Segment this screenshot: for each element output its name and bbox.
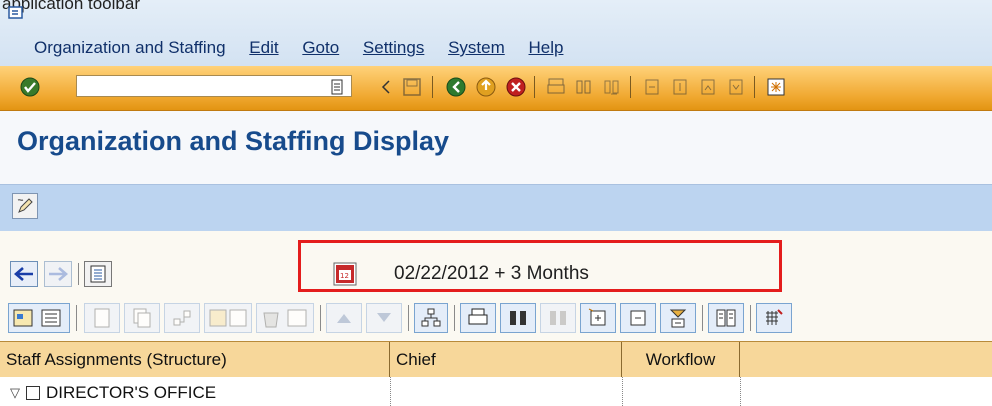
assign-icon[interactable]	[164, 303, 200, 333]
save-icon[interactable]	[400, 75, 424, 99]
svg-text:12: 12	[340, 272, 349, 280]
edit-pencil-icon[interactable]	[12, 193, 38, 219]
calendar-icon[interactable]: 12	[333, 262, 357, 286]
forward-arrow-icon[interactable]	[44, 261, 72, 287]
date-range-label[interactable]: 02/22/2012 + 3 Months	[394, 263, 589, 285]
menu-items: Organization and Staffing Edit Goto Sett…	[34, 38, 582, 58]
find-icon[interactable]	[572, 75, 596, 99]
next-page-icon[interactable]	[696, 75, 720, 99]
move-down-icon[interactable]	[366, 303, 402, 333]
menu-edit[interactable]: Edit	[249, 38, 278, 57]
application-toolbar	[0, 184, 992, 232]
column-chief[interactable]: Chief	[390, 342, 622, 378]
change-assignment-icon[interactable]	[204, 303, 252, 333]
command-history-icon[interactable]	[328, 75, 346, 99]
previous-page-icon[interactable]	[668, 75, 692, 99]
structure-icon[interactable]	[414, 303, 448, 333]
move-up-icon[interactable]	[326, 303, 362, 333]
find-tree-icon[interactable]	[500, 303, 536, 333]
menu-settings[interactable]: Settings	[363, 38, 424, 57]
page-title: Organization and Staffing Display	[17, 126, 450, 156]
enter-checkmark-icon[interactable]	[18, 75, 42, 99]
collapse-all-icon[interactable]	[620, 303, 656, 333]
menu-help[interactable]: Help	[529, 38, 564, 57]
filter-down-icon[interactable]	[660, 303, 696, 333]
tree-node-directors-office[interactable]: ▽ DIRECTOR'S OFFICE	[10, 383, 216, 403]
menu-organization-and-staffing[interactable]: Organization and Staffing	[34, 38, 226, 57]
system-toolbar	[0, 66, 992, 111]
system-menu-icon[interactable]	[8, 6, 24, 20]
last-page-icon[interactable]	[724, 75, 748, 99]
column-header: Staff Assignments (Structure) Chief Work…	[0, 341, 992, 379]
column-staff-assignments[interactable]: Staff Assignments (Structure)	[0, 342, 390, 378]
column-config-icon[interactable]	[708, 303, 744, 333]
column-workflow[interactable]: Workflow	[622, 342, 740, 378]
cancel-icon[interactable]	[504, 75, 528, 99]
back-arrow-icon[interactable]	[10, 261, 38, 287]
new-session-icon[interactable]	[764, 75, 788, 99]
open-object-icon[interactable]	[8, 303, 70, 333]
back-icon[interactable]	[444, 75, 468, 99]
delete-icon[interactable]	[256, 303, 314, 333]
details-list-icon[interactable]	[84, 261, 112, 287]
find-next-tree-icon[interactable]	[540, 303, 576, 333]
expand-toggle-icon[interactable]: ▽	[10, 385, 20, 401]
grid-settings-icon[interactable]	[756, 303, 792, 333]
command-field[interactable]	[76, 75, 352, 97]
menu-goto[interactable]: Goto	[302, 38, 339, 57]
print-tree-icon[interactable]	[460, 303, 496, 333]
copy-icon[interactable]	[124, 303, 160, 333]
print-icon[interactable]	[544, 75, 568, 99]
collapse-arrow-icon[interactable]	[378, 75, 394, 99]
first-page-icon[interactable]	[640, 75, 664, 99]
menu-system[interactable]: System	[448, 38, 505, 57]
find-next-icon[interactable]	[600, 75, 624, 99]
create-icon[interactable]	[84, 303, 120, 333]
expand-all-icon[interactable]	[580, 303, 616, 333]
tree-node-label: DIRECTOR'S OFFICE	[46, 383, 217, 402]
exit-icon[interactable]	[474, 75, 498, 99]
org-unit-icon	[26, 386, 40, 400]
